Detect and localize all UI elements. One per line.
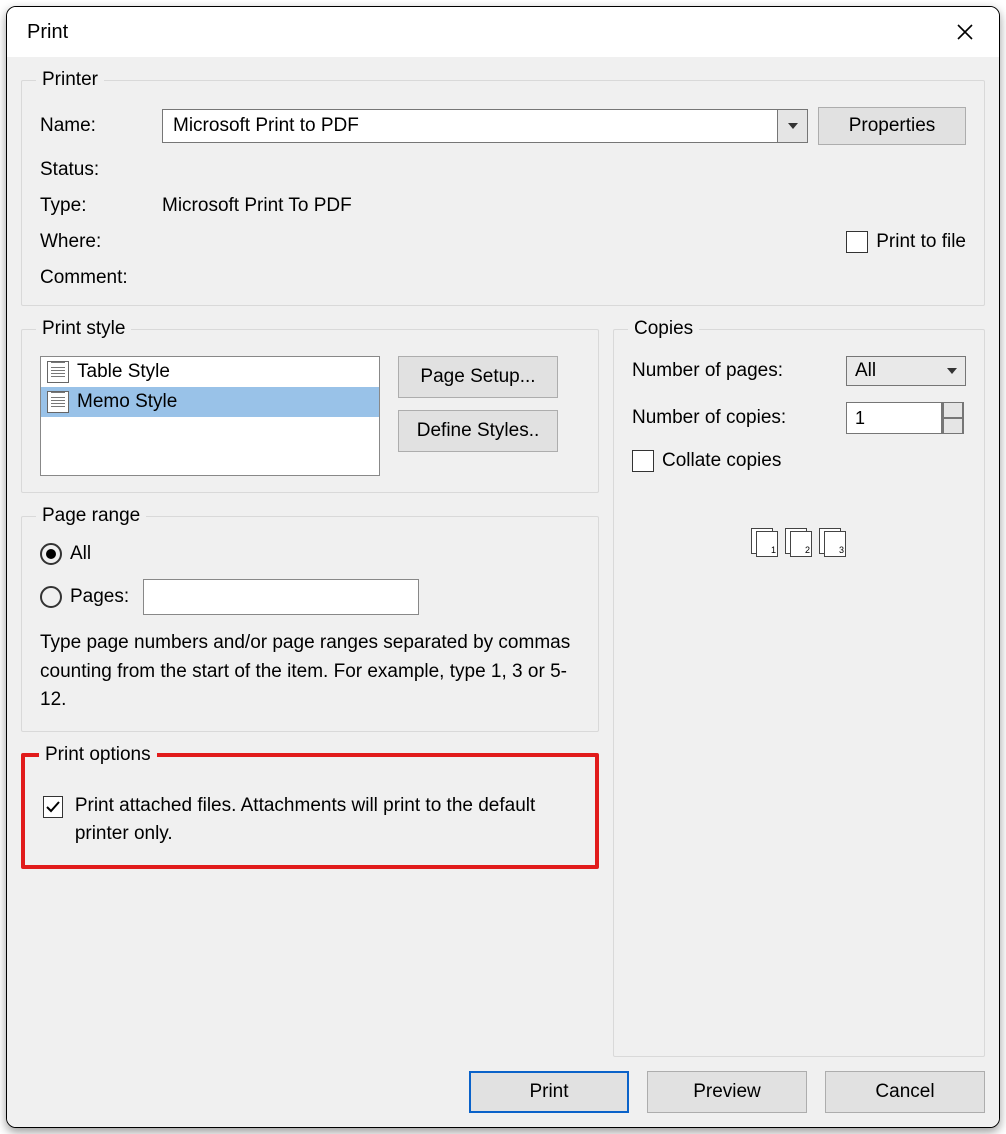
chevron-down-icon [788,123,798,129]
style-item-label: Table Style [77,361,170,383]
where-label: Where: [40,231,152,253]
print-to-file-wrap[interactable]: Print to file [846,231,966,253]
print-attached-files-row[interactable]: Print attached files. Attachments will p… [43,792,577,849]
page-range-note: Type page numbers and/or page ranges sep… [40,629,580,715]
print-to-file-checkbox[interactable] [846,231,868,253]
page-range-all-row[interactable]: All [40,543,580,565]
num-copies-input[interactable] [846,402,942,434]
triangle-down-icon [943,418,963,434]
print-dialog: Print Printer Name: Microsoft Print to P… [6,6,1000,1128]
print-attached-files-label: Print attached files. Attachments will p… [75,792,577,849]
page-range-all-radio[interactable] [40,543,62,565]
print-attached-files-checkbox[interactable] [43,796,63,818]
page-range-group: Page range All Pages: Type page numbers … [21,505,599,732]
printer-legend: Printer [36,69,104,91]
comment-label: Comment: [40,267,152,289]
printer-group: Printer Name: Microsoft Print to PDF Pro… [21,69,985,306]
table-style-icon [47,361,69,383]
num-copies-spinner[interactable] [846,402,966,434]
page-range-all-label: All [70,543,91,565]
close-icon [956,23,974,41]
collate-illustration: 11 22 33 [632,528,966,556]
collate-row[interactable]: Collate copies [632,450,966,472]
num-pages-select[interactable]: All [846,356,966,386]
printer-name-dropdown-button[interactable] [777,110,807,142]
num-copies-label: Number of copies: [632,407,832,429]
num-pages-value: All [855,360,876,382]
memo-style-icon [47,391,69,413]
collate-label: Collate copies [662,450,781,472]
printer-name-select[interactable]: Microsoft Print to PDF [162,109,808,143]
properties-button[interactable]: Properties [818,107,966,145]
page-range-pages-input[interactable] [143,579,419,615]
print-style-legend: Print style [36,318,131,340]
print-style-group: Print style Table Style Memo Style [21,318,599,493]
preview-button[interactable]: Preview [647,1071,807,1113]
spin-down-button[interactable] [942,418,964,434]
page-range-legend: Page range [36,505,146,527]
dialog-buttons: Print Preview Cancel [21,1071,985,1113]
page-range-pages-row[interactable]: Pages: [40,579,580,615]
style-item-table[interactable]: Table Style [41,357,379,387]
define-styles-button[interactable]: Define Styles.. [398,410,558,452]
page-setup-button[interactable]: Page Setup... [398,356,558,398]
page-range-pages-radio[interactable] [40,586,62,608]
titlebar: Print [7,7,999,57]
num-pages-label: Number of pages: [632,360,832,382]
cancel-button[interactable]: Cancel [825,1071,985,1113]
name-label: Name: [40,115,152,137]
close-button[interactable] [947,14,983,50]
print-style-list[interactable]: Table Style Memo Style [40,356,380,476]
collate-checkbox[interactable] [632,450,654,472]
print-button[interactable]: Print [469,1071,629,1113]
style-item-memo[interactable]: Memo Style [41,387,379,417]
triangle-up-icon [943,402,963,418]
printer-name-value: Microsoft Print to PDF [163,110,777,142]
page-range-pages-label: Pages: [70,586,129,608]
print-options-legend: Print options [39,744,157,766]
spin-up-button[interactable] [942,402,964,418]
type-value: Microsoft Print To PDF [162,195,808,217]
status-label: Status: [40,159,152,181]
print-options-group: Print options Print attached files. Atta… [21,744,599,869]
print-to-file-label: Print to file [876,231,966,253]
copies-group: Copies Number of pages: All Number of co… [613,318,985,1057]
copies-legend: Copies [628,318,699,340]
chevron-down-icon [947,368,957,374]
dialog-title: Print [27,21,947,44]
type-label: Type: [40,195,152,217]
style-item-label: Memo Style [77,391,177,413]
